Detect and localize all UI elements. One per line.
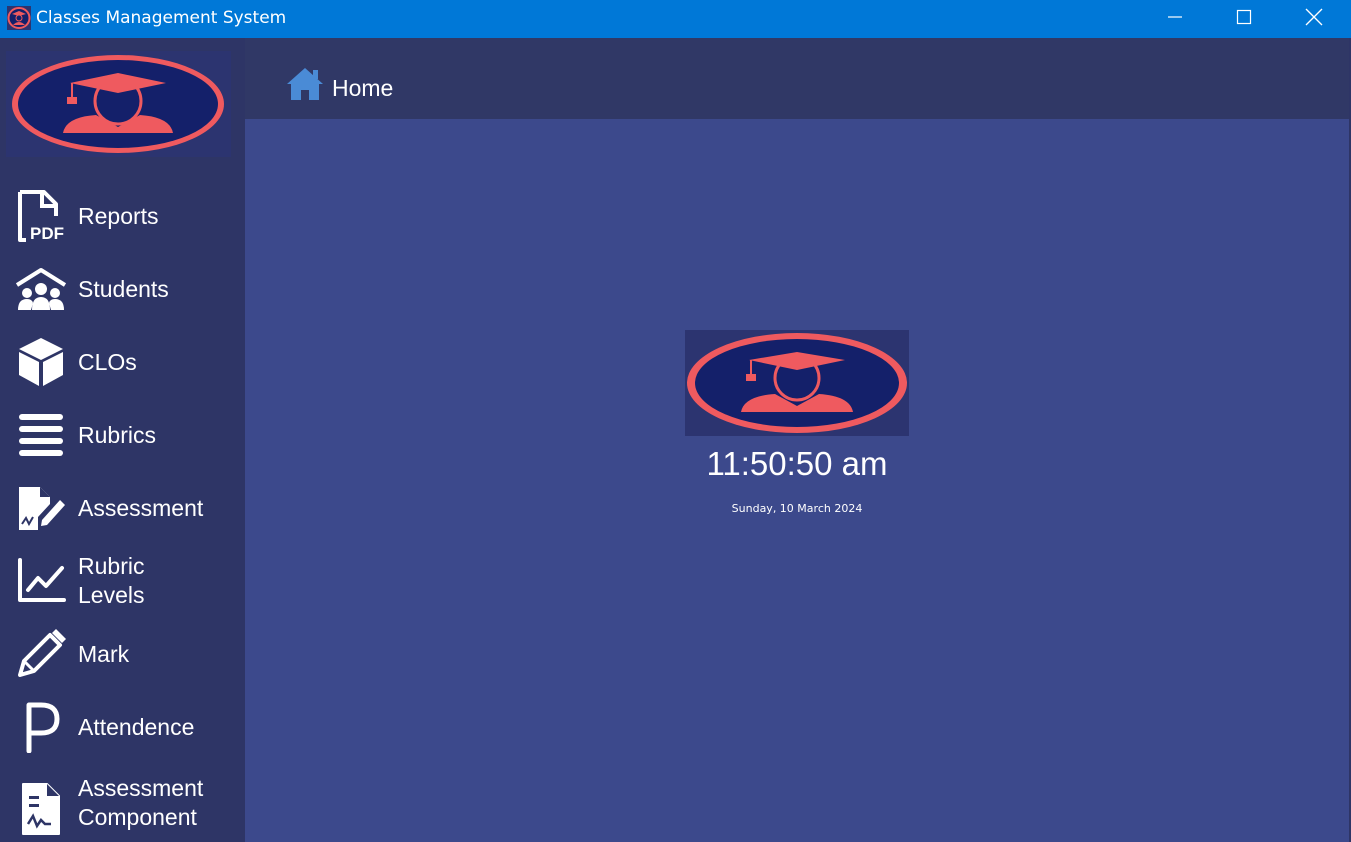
line-chart-icon — [15, 555, 67, 607]
title-bar: Classes Management System — [0, 0, 1351, 38]
close-icon — [1305, 8, 1323, 26]
maximize-icon — [1236, 9, 1252, 25]
clock-time: 11:50:50 am — [706, 445, 888, 482]
app-logo-icon — [7, 6, 31, 30]
sidebar-item-label: Reports — [78, 202, 159, 229]
document-signature-icon — [15, 782, 67, 835]
app-logo — [6, 51, 231, 157]
center-logo — [685, 330, 909, 436]
sidebar-item-reports[interactable]: PDF Reports — [0, 181, 245, 251]
sidebar-item-label: Assessment — [78, 494, 204, 521]
students-icon — [15, 263, 67, 315]
assessment-icon — [15, 482, 67, 534]
sidebar-item-label: Students — [78, 275, 169, 302]
sidebar: PDF Reports Students CLOs Rubrics Assess… — [0, 38, 245, 842]
sidebar-item-label: CLOs — [78, 348, 137, 375]
sidebar-item-label: Mark — [78, 640, 130, 667]
letter-p-icon — [15, 701, 67, 753]
minimize-icon — [1168, 16, 1182, 18]
list-icon — [15, 409, 67, 461]
svg-text:PDF: PDF — [30, 224, 64, 242]
maximize-button[interactable] — [1209, 0, 1279, 34]
sidebar-item-mark[interactable]: Mark — [0, 619, 245, 689]
minimize-button[interactable] — [1140, 0, 1210, 34]
window-title: Classes Management System — [36, 8, 287, 28]
current-date: Sunday, 10 March 2024 — [731, 502, 863, 515]
sidebar-item-label: Attendence — [78, 713, 195, 740]
sidebar-item-students[interactable]: Students — [0, 254, 245, 324]
home-icon — [287, 68, 323, 100]
sidebar-item-label: Rubrics — [78, 421, 156, 448]
pdf-file-icon: PDF — [15, 190, 67, 242]
main-content: 11:50:50 am Sunday, 10 March 2024 — [245, 119, 1349, 842]
pencil-icon — [15, 628, 67, 680]
sidebar-item-attendence[interactable]: Attendence — [0, 692, 245, 762]
page-header: Home — [245, 38, 1349, 119]
sidebar-item-rubric-levels[interactable]: Rubric Levels — [0, 546, 245, 616]
sidebar-item-assessment[interactable]: Assessment — [0, 473, 245, 543]
sidebar-item-clos[interactable]: CLOs — [0, 327, 245, 397]
page-title: Home — [332, 75, 394, 101]
close-button[interactable] — [1279, 0, 1349, 34]
sidebar-item-label: Rubric Levels — [78, 553, 145, 608]
cube-icon — [15, 336, 67, 388]
sidebar-item-rubrics[interactable]: Rubrics — [0, 400, 245, 470]
sidebar-item-assessment-component[interactable]: Assessment Component — [0, 768, 245, 838]
sidebar-item-label: Assessment Component — [78, 775, 204, 830]
